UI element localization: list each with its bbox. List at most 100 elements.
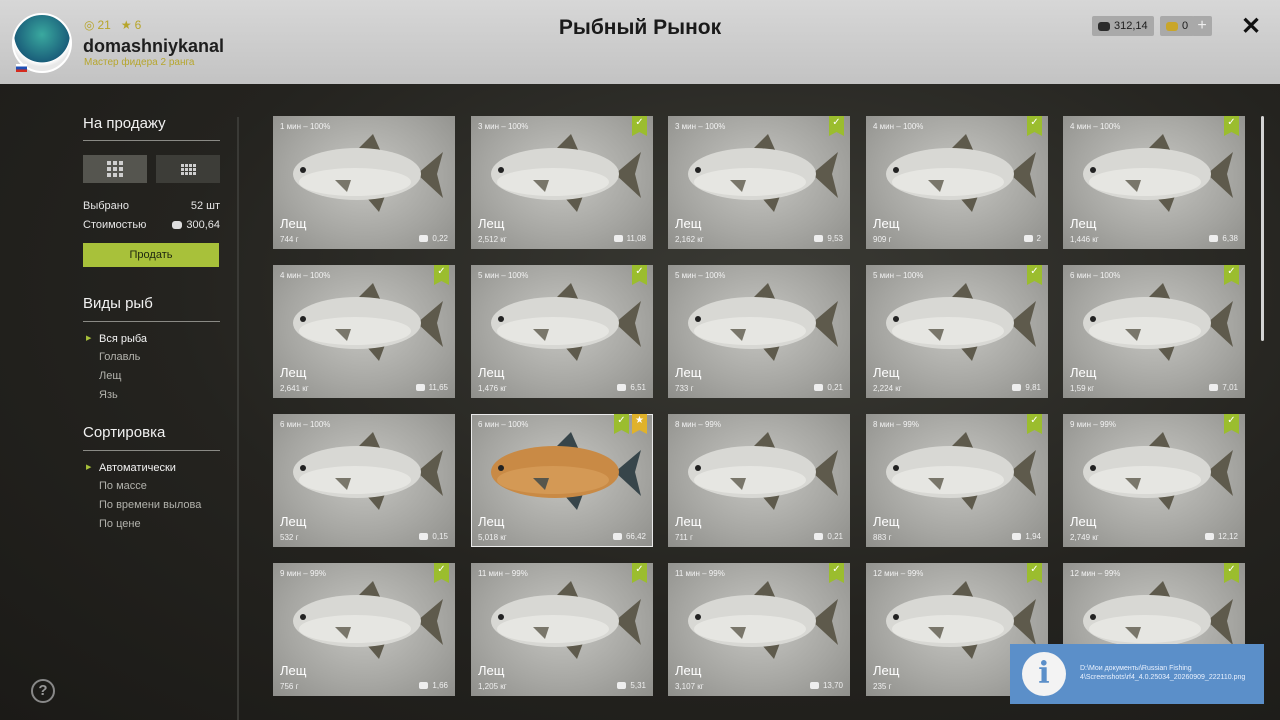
filter-bream[interactable]: Лещ <box>99 370 121 382</box>
coin-icon <box>419 235 429 242</box>
selected-check-icon[interactable]: ✓ <box>829 116 844 136</box>
small-grid-view-button[interactable] <box>156 155 220 183</box>
help-button[interactable]: ? <box>31 679 55 703</box>
fish-card[interactable]: 6 мин – 100% Лещ 532 г 0,15 <box>273 414 455 547</box>
fish-card[interactable]: 9 мин – 99% Лещ 2,749 кг 12,12 ✓ <box>1063 414 1245 547</box>
fish-card[interactable]: 5 мин – 100% Лещ 2,224 кг 9,81 ✓ <box>866 265 1048 398</box>
selected-check-icon[interactable]: ✓ <box>1224 265 1239 285</box>
fish-card[interactable]: 1 мин – 100% Лещ 744 г 0,22 <box>273 116 455 249</box>
divider <box>83 321 220 322</box>
fish-price: 2 <box>1023 234 1041 243</box>
sort-auto[interactable]: Автоматически <box>86 462 176 474</box>
close-button[interactable]: ✕ <box>1241 12 1261 41</box>
fish-price-value: 11,08 <box>626 234 646 243</box>
fish-price-value: 9,53 <box>827 234 843 243</box>
bream-fish-icon <box>293 432 443 510</box>
fish-name: Лещ <box>280 365 307 380</box>
selected-check-icon[interactable]: ✓ <box>1027 116 1042 136</box>
filter-all-fish[interactable]: Вся рыба <box>86 333 147 345</box>
sell-button[interactable]: Продать <box>83 243 219 267</box>
fish-name: Лещ <box>873 663 900 678</box>
sort-by-weight[interactable]: По массе <box>99 480 147 492</box>
bream-fish-icon <box>688 134 838 212</box>
fish-card[interactable]: 11 мин – 99% Лещ 1,205 кг 5,31 ✓ <box>471 563 653 696</box>
fish-name: Лещ <box>1070 514 1097 529</box>
sort-heading: Сортировка <box>83 424 166 441</box>
fish-card[interactable]: 6 мин – 100% Лещ 5,018 кг 66,42 ✓ ★ <box>471 414 653 547</box>
fish-weight: 532 г <box>280 533 299 542</box>
bream-fish-icon <box>1083 134 1233 212</box>
selected-check-icon[interactable]: ✓ <box>632 116 647 136</box>
fish-card[interactable]: 3 мин – 100% Лещ 2,162 кг 9,53 ✓ <box>668 116 850 249</box>
selected-check-icon[interactable]: ✓ <box>632 563 647 583</box>
coin-icon <box>809 682 819 689</box>
fish-price: 1,94 <box>1012 532 1041 541</box>
coin-icon <box>1098 21 1110 31</box>
filter-chub[interactable]: Голавль <box>99 351 140 363</box>
catch-time: 4 мин – 100% <box>873 122 924 131</box>
fish-price-value: 0,21 <box>827 383 843 392</box>
bream-fish-icon <box>688 283 838 361</box>
fish-name: Лещ <box>478 514 505 529</box>
sale-heading: На продажу <box>83 115 166 132</box>
catch-time: 12 мин – 99% <box>873 569 924 578</box>
catch-time: 5 мин – 100% <box>478 271 529 280</box>
fish-card[interactable]: 4 мин – 100% Лещ 909 г 2 ✓ <box>866 116 1048 249</box>
selected-check-icon[interactable]: ✓ <box>1027 414 1042 434</box>
selected-check-icon[interactable]: ✓ <box>632 265 647 285</box>
fish-card[interactable]: 4 мин – 100% Лещ 2,641 кг 11,65 ✓ <box>273 265 455 398</box>
sort-by-catch-time[interactable]: По времени вылова <box>99 499 201 511</box>
fish-price-value: 13,70 <box>822 681 843 690</box>
notification-text: D:\Мои документы\Russian Fishing 4\Scree… <box>1080 665 1246 681</box>
fish-name: Лещ <box>280 216 307 231</box>
selected-check-icon[interactable]: ✓ <box>1027 563 1042 583</box>
fish-card[interactable]: 4 мин – 100% Лещ 1,446 кг 6,38 ✓ <box>1063 116 1245 249</box>
coin-icon <box>612 533 622 540</box>
fish-price-value: 1,66 <box>432 681 448 690</box>
fish-weight: 2,749 кг <box>1070 533 1099 542</box>
catch-time: 8 мин – 99% <box>675 420 721 429</box>
fish-card[interactable]: 5 мин – 100% Лещ 733 г 0,21 <box>668 265 850 398</box>
add-gold-button[interactable]: + <box>1192 16 1212 36</box>
coin-icon <box>1012 533 1022 540</box>
fish-price-value: 11,65 <box>428 383 448 392</box>
screenshot-notification: i D:\Мои документы\Russian Fishing 4\Scr… <box>1010 644 1264 704</box>
coin-icon <box>172 221 183 229</box>
fish-price: 0,21 <box>814 383 843 392</box>
fish-card[interactable]: 11 мин – 99% Лещ 3,107 кг 13,70 ✓ <box>668 563 850 696</box>
fish-card[interactable]: 8 мин – 99% Лещ 711 г 0,21 <box>668 414 850 547</box>
catch-time: 9 мин – 99% <box>1070 420 1116 429</box>
silver-balance: 312,14 <box>1092 16 1154 36</box>
selected-check-icon[interactable]: ✓ <box>434 265 449 285</box>
bream-fish-icon <box>886 283 1036 361</box>
sort-by-price[interactable]: По цене <box>99 518 141 530</box>
fish-card[interactable]: 8 мин – 99% Лещ 883 г 1,94 ✓ <box>866 414 1048 547</box>
large-grid-view-button[interactable] <box>83 155 147 183</box>
selected-check-icon[interactable]: ✓ <box>1224 563 1239 583</box>
fish-name: Лещ <box>1070 365 1097 380</box>
fish-card[interactable]: 9 мин – 99% Лещ 756 г 1,66 ✓ <box>273 563 455 696</box>
fish-card[interactable]: 3 мин – 100% Лещ 2,512 кг 11,08 ✓ <box>471 116 653 249</box>
fish-price: 1,66 <box>419 681 448 690</box>
selected-check-icon[interactable]: ✓ <box>1224 116 1239 136</box>
selected-check-icon[interactable]: ✓ <box>1027 265 1042 285</box>
selected-check-icon[interactable]: ✓ <box>829 563 844 583</box>
fish-price-value: 6,38 <box>1222 234 1238 243</box>
catch-time: 3 мин – 100% <box>675 122 726 131</box>
fish-card[interactable]: 5 мин – 100% Лещ 1,476 кг 6,51 ✓ <box>471 265 653 398</box>
scrollbar[interactable] <box>1261 116 1264 341</box>
fish-price: 5,31 <box>617 681 646 690</box>
fish-card[interactable]: 6 мин – 100% Лещ 1,59 кг 7,01 ✓ <box>1063 265 1245 398</box>
coin-icon <box>814 533 824 540</box>
bream-fish-icon <box>688 432 838 510</box>
selected-check-icon[interactable]: ✓ <box>1224 414 1239 434</box>
selected-check-icon[interactable]: ✓ <box>434 563 449 583</box>
fish-name: Лещ <box>675 514 702 529</box>
fish-price-value: 7,01 <box>1222 383 1238 392</box>
selected-check-icon[interactable]: ✓ <box>614 414 629 434</box>
fish-price: 7,01 <box>1209 383 1238 392</box>
fish-weight: 711 г <box>675 533 693 542</box>
info-icon: i <box>1022 652 1066 696</box>
fish-price: 13,70 <box>809 681 843 690</box>
filter-ide[interactable]: Язь <box>99 389 118 401</box>
